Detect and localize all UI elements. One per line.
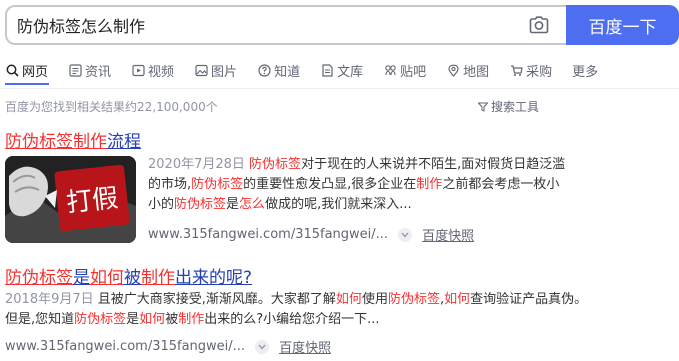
text-segment: 是 [226, 197, 240, 212]
highlighted-keyword: 防伪标签 [74, 312, 127, 327]
highlighted-keyword: 如何 [90, 268, 124, 288]
text-segment: 是 [126, 312, 140, 327]
tab-label: 资讯 [85, 64, 112, 80]
result-date: 2018年9月7日 [5, 292, 94, 307]
result-title[interactable]: 防伪标签制作流程 [5, 127, 141, 152]
tab-label: 文库 [337, 64, 364, 80]
result-source: www.315fangwei.com/315fangwei/... 百度快照 [5, 337, 331, 356]
tab-more[interactable]: 更多 [572, 59, 598, 81]
tab-label: 地图 [463, 64, 490, 80]
tab-label: 视频 [148, 64, 175, 80]
active-tab-indicator [5, 83, 49, 85]
highlighted-keyword: 如何 [444, 292, 471, 307]
highlighted-keyword: 防伪标签 [5, 268, 73, 288]
search-bar: 百度一下 [5, 5, 679, 45]
result-url[interactable]: www.315fangwei.com/315fangwei/... [148, 227, 388, 242]
highlighted-keyword: 制作 [178, 312, 205, 327]
search-box[interactable] [5, 5, 566, 45]
search-tabs: 网页 资讯 视频 图片 知道 文库 贴吧 地图 采购 更多 [5, 57, 618, 83]
tab-label: 知道 [274, 64, 301, 80]
text-segment: 且被广大商家接受,渐渐风靡。大家都了解 [97, 292, 336, 307]
text-segment: 使用 [361, 292, 388, 307]
result-url[interactable]: www.315fangwei.com/315fangwei/... [5, 339, 245, 354]
cart-icon [509, 63, 523, 77]
tab-map[interactable]: 地图 [446, 59, 489, 81]
highlighted-keyword: 制作 [416, 177, 443, 192]
highlighted-keyword: 防伪标签 [174, 197, 227, 212]
text-segment: 被 [165, 312, 179, 327]
highlighted-keyword: 防伪标签制作 [5, 132, 107, 152]
search-tools-button[interactable]: 搜索工具 [478, 98, 539, 115]
tab-search[interactable]: 网页 [5, 59, 48, 81]
dropdown-icon[interactable] [255, 339, 270, 354]
result-abstract: 2018年9月7日 且被广大商家接受,渐渐风靡。大家都了解如何使用防伪标签,如何… [5, 290, 595, 330]
result-count: 百度为您找到相关结果约22,100,000个 [5, 100, 218, 114]
search-input[interactable] [17, 15, 528, 35]
tab-news[interactable]: 资讯 [68, 59, 111, 81]
search-button[interactable]: 百度一下 [566, 5, 679, 45]
search-tools-label: 搜索工具 [491, 100, 540, 114]
snapshot-link[interactable]: 百度快照 [422, 225, 474, 244]
result-abstract: 2020年7月28日 防伪标签对于现在的人来说并不陌生,面对假货日趋泛滥的市场,… [148, 155, 568, 215]
question-icon [257, 63, 271, 77]
highlighted-keyword: 如何 [335, 292, 362, 307]
tab-video[interactable]: 视频 [131, 59, 174, 81]
image-icon [194, 63, 208, 77]
tieba-icon [383, 63, 397, 77]
filter-icon [478, 102, 488, 112]
tab-cart[interactable]: 采购 [509, 59, 552, 81]
thumbnail-text: 打假 [65, 183, 120, 218]
video-icon [131, 63, 145, 77]
text-segment: 是 [73, 268, 90, 288]
result-date: 2020年7月28日 [148, 157, 245, 172]
tab-label: 采购 [526, 64, 553, 80]
highlighted-keyword: 防伪标签 [191, 177, 244, 192]
dropdown-icon[interactable] [398, 227, 413, 242]
highlighted-keyword: 防伪标签 [249, 157, 302, 172]
result-title[interactable]: 防伪标签是如何被制作出来的呢? [5, 263, 252, 288]
news-icon [68, 63, 82, 77]
snapshot-link[interactable]: 百度快照 [279, 337, 331, 356]
highlighted-keyword: 如何 [139, 312, 166, 327]
divider [0, 88, 679, 89]
text-segment: 的重要性愈发凸显,很多企业在 [243, 177, 417, 192]
tab-document[interactable]: 文库 [320, 59, 363, 81]
search-icon [5, 63, 19, 77]
tab-label: 网页 [22, 64, 49, 80]
result-thumbnail[interactable]: 打假 [5, 156, 136, 243]
camera-icon[interactable] [528, 14, 550, 36]
highlighted-keyword: 防伪标签 [387, 292, 440, 307]
highlighted-keyword: 怎么 [239, 197, 266, 212]
tab-label: 图片 [211, 64, 238, 80]
tab-image[interactable]: 图片 [194, 59, 237, 81]
map-icon [446, 63, 460, 77]
highlighted-keyword: 制作 [141, 268, 175, 288]
tab-tieba[interactable]: 贴吧 [383, 59, 426, 81]
text-segment: 出来的呢? [175, 268, 253, 288]
tab-question[interactable]: 知道 [257, 59, 300, 81]
text-segment: 被 [124, 268, 141, 288]
text-segment: 出来的么?小编给您介绍一下... [204, 312, 380, 327]
text-segment: 做成的呢,我们就来深入... [265, 197, 412, 212]
document-icon [320, 63, 334, 77]
tab-label: 更多 [572, 64, 599, 80]
result-source: www.315fangwei.com/315fangwei/... 百度快照 [148, 225, 474, 244]
text-segment: 流程 [107, 132, 141, 152]
tab-label: 贴吧 [400, 64, 427, 80]
